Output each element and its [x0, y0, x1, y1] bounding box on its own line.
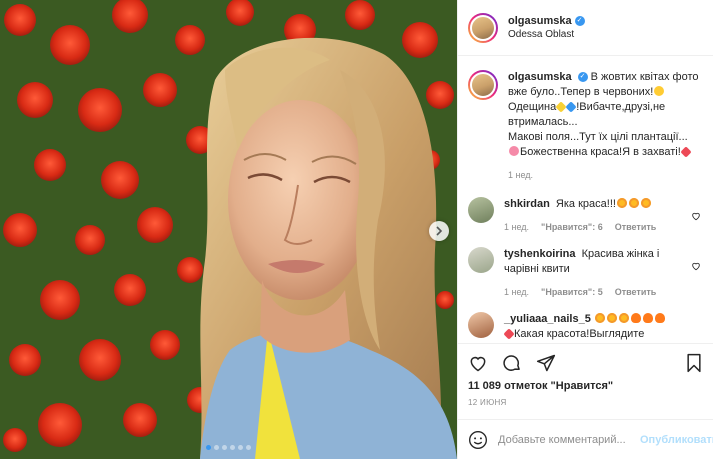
post-actions: 11 089 отметок "Нравится" 12 июня	[458, 343, 713, 419]
carousel-dot	[246, 445, 251, 450]
fire-emoji-icon	[654, 313, 665, 323]
share-button[interactable]	[536, 353, 556, 373]
comment-item: shkirdan Яка краса!!! 1 нед. "Нравится":…	[468, 197, 703, 235]
post-header: olgasumska ✓ Odessa Oblast	[458, 0, 713, 56]
fire-emoji-icon	[642, 313, 653, 323]
comment-time[interactable]: 1 нед.	[504, 220, 529, 235]
heart-eyes-emoji-icon	[628, 198, 639, 208]
avatar[interactable]	[468, 12, 498, 43]
caption-line-4: Божественна краса!Я в захваті!	[520, 146, 681, 158]
instagram-post: olgasumska ✓ Odessa Oblast olgasumska ✓ В …	[0, 0, 713, 459]
comment-text: Яка краса!!!	[555, 198, 616, 210]
carousel-dot	[230, 445, 235, 450]
comment-time[interactable]: 1 нед.	[504, 285, 529, 300]
smile-emoji-icon	[654, 86, 665, 96]
avatar[interactable]	[468, 197, 494, 223]
add-comment-bar: Опубликовать	[458, 419, 713, 459]
bookmark-icon	[687, 353, 701, 373]
comment-item: tyshenkoirina Красива жінка і чарівні кв…	[468, 247, 703, 300]
likes-count[interactable]: 11 089 отметок "Нравится"	[468, 380, 703, 392]
heart-eyes-emoji-icon	[618, 313, 629, 323]
comment-button[interactable]	[502, 353, 522, 373]
heart-eyes-emoji-icon	[594, 313, 605, 323]
carousel-dot	[206, 445, 211, 450]
comment-username[interactable]: _yuliaaa_nails_5	[504, 313, 591, 325]
post-date[interactable]: 12 июня	[468, 398, 703, 407]
comment-input[interactable]	[498, 433, 640, 446]
heart-outline-icon	[692, 212, 700, 221]
smiley-icon	[469, 430, 487, 449]
avatar[interactable]	[468, 70, 498, 100]
fire-emoji-icon	[630, 313, 641, 323]
comment-likes-count[interactable]: "Нравится": 5	[541, 285, 603, 300]
carousel-dot	[214, 445, 219, 450]
heart-eyes-emoji-icon	[616, 198, 627, 208]
carousel-next-button[interactable]	[429, 221, 449, 241]
post-photo[interactable]	[0, 0, 457, 459]
like-comment-button[interactable]	[691, 211, 701, 224]
comments-list[interactable]: olgasumska ✓ В жовтих квітах фото вже бул…	[458, 56, 713, 343]
post-side-panel: olgasumska ✓ Odessa Oblast olgasumska ✓ В …	[457, 0, 713, 459]
heart-eyes-emoji-icon	[640, 198, 651, 208]
reply-button[interactable]: Ответить	[615, 285, 657, 300]
carousel-dots	[0, 445, 457, 450]
flower-emoji-icon	[509, 146, 519, 156]
caption-line-2a: Одещина	[508, 101, 557, 113]
comment-bubble-icon	[503, 355, 520, 371]
save-button[interactable]	[685, 353, 703, 373]
emoji-picker-button[interactable]	[468, 430, 488, 450]
caption-time[interactable]: 1 нед.	[508, 168, 533, 183]
heart-icon	[470, 356, 486, 372]
like-button[interactable]	[468, 353, 488, 373]
comment-text: Какая красота!Выглядите	[514, 328, 645, 340]
carousel-dot	[222, 445, 227, 450]
post-caption: olgasumska ✓ В жовтих квітах фото вже бул…	[468, 70, 703, 183]
caption-line-3: Макові поля...Тут їх цілі плантації...	[508, 131, 688, 143]
caption-username[interactable]: olgasumska	[508, 71, 572, 83]
red-heart-icon	[503, 328, 515, 340]
post-author-username[interactable]: olgasumska	[508, 15, 572, 27]
publish-button[interactable]: Опубликовать	[640, 434, 713, 446]
post-location[interactable]: Odessa Oblast	[508, 29, 585, 40]
comment-likes-count[interactable]: "Нравится": 6	[541, 220, 603, 235]
chevron-right-icon	[436, 226, 443, 236]
avatar[interactable]	[468, 247, 494, 273]
like-comment-button[interactable]	[691, 261, 701, 274]
comment-item: _yuliaaa_nails_5 Какая красота!Выглядите	[468, 312, 703, 342]
heart-eyes-emoji-icon	[606, 313, 617, 323]
comment-username[interactable]: shkirdan	[504, 198, 550, 210]
avatar[interactable]	[468, 312, 494, 338]
red-heart-icon	[680, 146, 692, 158]
verified-badge-icon: ✓	[574, 16, 585, 27]
reply-button[interactable]: Ответить	[615, 220, 657, 235]
heart-outline-icon	[692, 262, 700, 271]
carousel-dot	[238, 445, 243, 450]
poppy-field-portrait-image	[0, 0, 457, 459]
comment-username[interactable]: tyshenkoirina	[504, 248, 576, 260]
paper-plane-icon	[536, 354, 556, 372]
verified-badge-icon: ✓	[577, 72, 588, 83]
